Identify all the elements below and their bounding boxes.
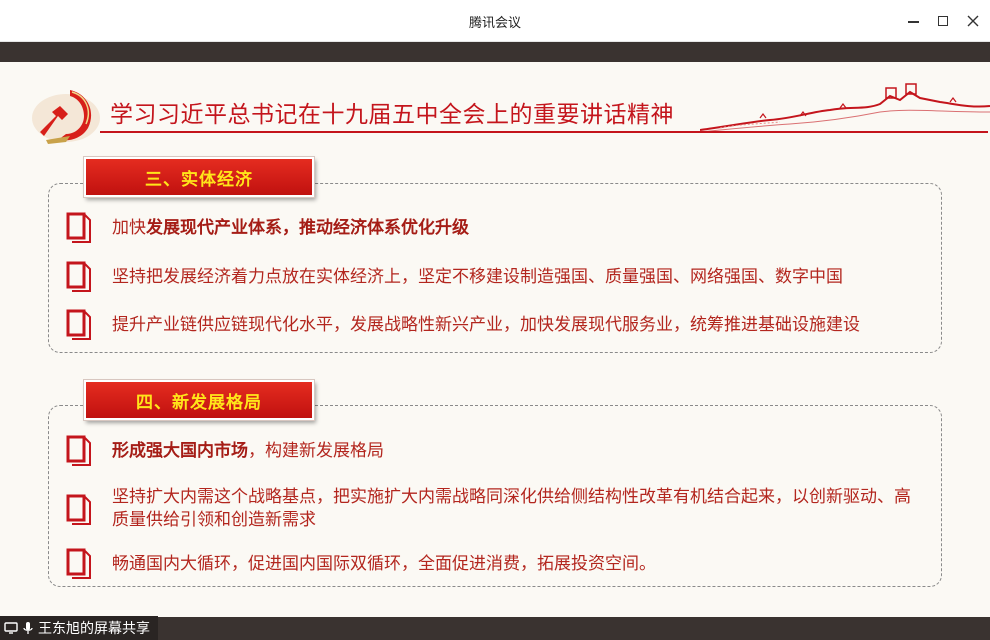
microphone-icon	[23, 622, 33, 634]
close-icon	[967, 15, 979, 27]
section-title-new-development-pattern: 四、新发展格局	[83, 379, 315, 421]
maximize-icon	[938, 16, 948, 26]
slide-headline: 学习习近平总书记在十九届五中全会上的重要讲话精神	[110, 102, 674, 128]
item-text-bold: 形成强大国内市场	[112, 441, 248, 461]
item-text-prefix: 坚持扩大内需这个战略基点，把实施扩大内需战略同深化供给侧结构性改革有机结合起来，…	[112, 487, 911, 530]
list-item: 坚持扩大内需这个战略基点，把实施扩大内需战略同深化供给侧结构性改革有机结合起来，…	[112, 486, 912, 532]
document-icon	[66, 212, 91, 243]
item-text-prefix: 坚持把发展经济着力点放在实体经济上，坚定不移建设制造强国、质量强国、网络强国、数…	[112, 267, 843, 287]
great-wall-icon	[700, 83, 990, 133]
document-icon	[66, 435, 91, 466]
party-emblem-icon	[32, 90, 100, 144]
headline-underline	[100, 131, 988, 133]
document-icon	[66, 309, 91, 340]
list-item: 坚持把发展经济着力点放在实体经济上，坚定不移建设制造强国、质量强国、网络强国、数…	[112, 266, 932, 289]
document-icon	[66, 494, 91, 525]
document-icon	[66, 548, 91, 579]
item-text-suffix: ，构建新发展格局	[248, 441, 384, 461]
minimize-button[interactable]	[900, 8, 926, 34]
window-title: 腾讯会议	[468, 16, 521, 31]
item-text-prefix: 提升产业链供应链现代化水平，发展战略性新兴产业，加快发展现代服务业，统筹推进基础…	[112, 315, 860, 335]
item-text-bold: 发展现代产业体系，推动经济体系优化升级	[146, 218, 469, 238]
maximize-button[interactable]	[930, 8, 956, 34]
share-toolbar-top	[0, 42, 990, 62]
minimize-icon	[907, 21, 919, 23]
share-label: 王东旭的屏幕共享	[38, 621, 150, 637]
list-item: 形成强大国内市场，构建新发展格局	[112, 440, 932, 463]
shared-slide: 学习习近平总书记在十九届五中全会上的重要讲话精神 三、实体经济 加快发展现代产业…	[0, 62, 990, 617]
window-titlebar: 腾讯会议	[0, 0, 990, 42]
section-title-real-economy: 三、实体经济	[83, 156, 315, 198]
list-item: 畅通国内大循环，促进国内国际双循环，全面促进消费，拓展投资空间。	[112, 553, 932, 576]
list-item: 加快发展现代产业体系，推动经济体系优化升级	[112, 217, 932, 240]
close-button[interactable]	[960, 8, 986, 34]
screen-share-indicator[interactable]: 王东旭的屏幕共享	[0, 616, 158, 640]
item-text-prefix: 加快	[112, 218, 146, 238]
screen-share-icon	[4, 622, 18, 634]
document-icon	[66, 261, 91, 292]
list-item: 提升产业链供应链现代化水平，发展战略性新兴产业，加快发展现代服务业，统筹推进基础…	[112, 314, 932, 337]
item-text-prefix: 畅通国内大循环，促进国内国际双循环，全面促进消费，拓展投资空间。	[112, 554, 656, 574]
